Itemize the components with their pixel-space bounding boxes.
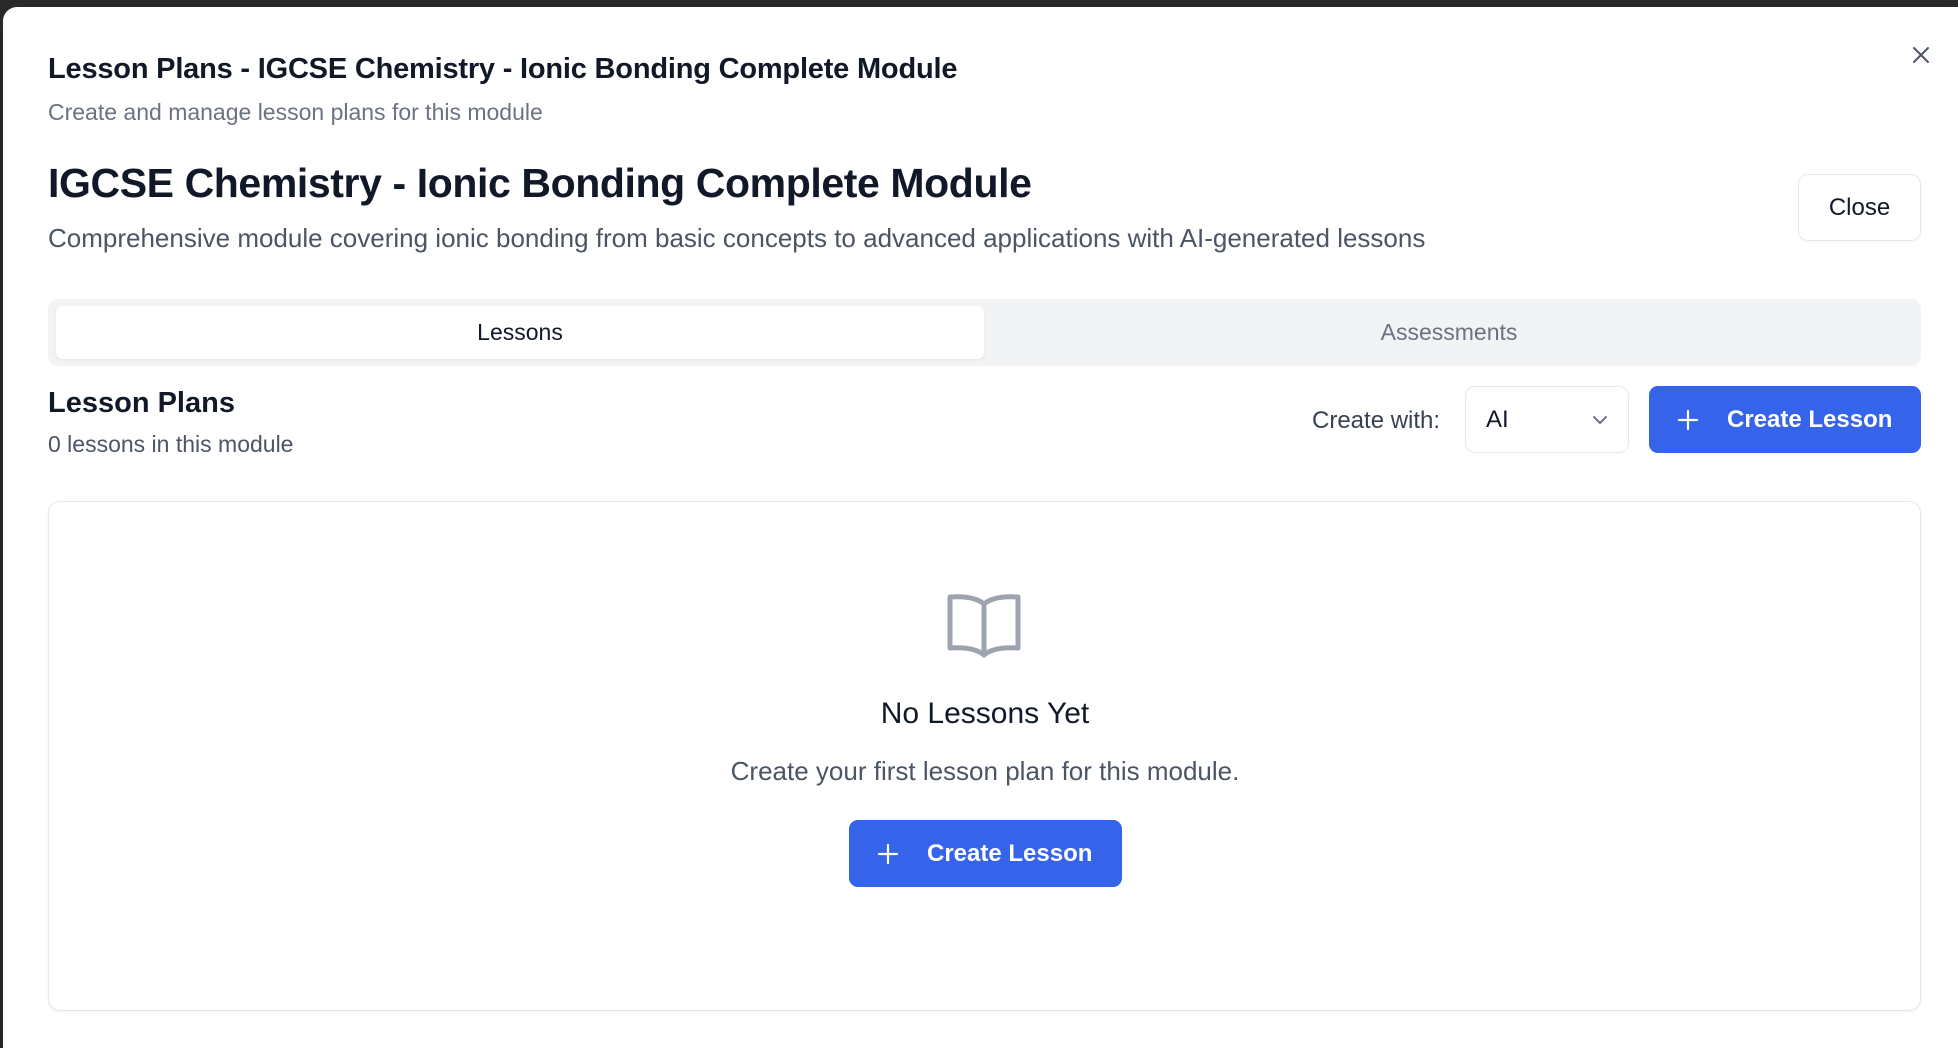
empty-create-lesson-label: Create Lesson xyxy=(927,839,1093,867)
book-open-icon xyxy=(944,590,1024,660)
tab-lessons[interactable]: Lessons xyxy=(56,306,984,359)
empty-create-lesson-button[interactable]: Create Lesson xyxy=(849,820,1122,887)
close-button[interactable]: Close xyxy=(1798,174,1921,241)
plus-icon xyxy=(1677,409,1699,431)
create-with-label: Create with: xyxy=(1312,407,1441,434)
empty-state-title: No Lessons Yet xyxy=(880,697,1090,730)
create-lesson-label: Create Lesson xyxy=(1727,405,1893,433)
dialog-description: Create and manage lesson plans for this … xyxy=(48,99,543,125)
module-title: IGCSE Chemistry - Ionic Bonding Complete… xyxy=(48,160,1032,206)
chevron-down-icon xyxy=(1590,409,1610,437)
create-with-value: AI xyxy=(1486,405,1509,433)
close-icon[interactable] xyxy=(1906,40,1936,70)
empty-state-description: Create your first lesson plan for this m… xyxy=(730,756,1240,786)
tab-assessments[interactable]: Assessments xyxy=(985,306,1913,359)
tab-list: Lessons Assessments xyxy=(48,299,1921,366)
dialog-title: Lesson Plans - IGCSE Chemistry - Ionic B… xyxy=(48,53,958,85)
create-lesson-button[interactable]: Create Lesson xyxy=(1649,386,1921,453)
plus-icon xyxy=(877,843,899,865)
section-title: Lesson Plans xyxy=(48,387,235,419)
create-with-select[interactable]: AI xyxy=(1465,386,1629,453)
lesson-count: 0 lessons in this module xyxy=(48,431,294,457)
module-description: Comprehensive module covering ionic bond… xyxy=(48,223,1426,253)
lesson-plans-dialog: Lesson Plans - IGCSE Chemistry - Ionic B… xyxy=(3,7,1958,1048)
